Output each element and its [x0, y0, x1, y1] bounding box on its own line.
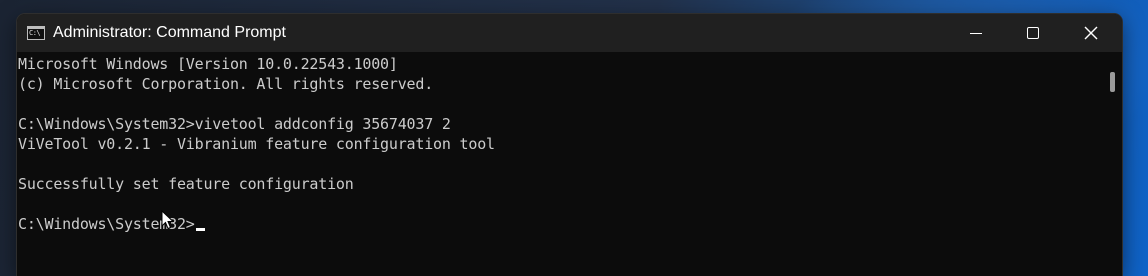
command-prompt-window[interactable]: C:\ Administrator: Command Prompt Micros…	[17, 14, 1122, 276]
console-line: Successfully set feature configuration	[18, 175, 354, 193]
maximize-button[interactable]	[1004, 14, 1062, 52]
minimize-button[interactable]	[947, 14, 1005, 52]
console-line: (c) Microsoft Corporation. All rights re…	[18, 75, 434, 93]
prompt-line[interactable]: C:\Windows\System32>	[18, 214, 205, 234]
maximize-icon	[1027, 27, 1039, 39]
window-title: Administrator: Command Prompt	[53, 24, 286, 41]
vertical-scrollbar[interactable]	[1104, 52, 1122, 276]
close-button[interactable]	[1062, 14, 1120, 52]
console-line: C:\Windows\System32>vivetool addconfig 3…	[18, 115, 451, 133]
cmd-app-icon[interactable]: C:\	[27, 26, 45, 40]
console-output[interactable]: Microsoft Windows [Version 10.0.22543.10…	[17, 52, 1102, 276]
title-bar[interactable]: C:\ Administrator: Command Prompt	[17, 14, 1122, 52]
text-cursor	[195, 228, 205, 231]
scrollbar-thumb[interactable]	[1110, 72, 1115, 92]
console-line: ViVeTool v0.2.1 - Vibranium feature conf…	[18, 135, 495, 153]
close-icon	[1084, 26, 1098, 40]
console-line: Microsoft Windows [Version 10.0.22543.10…	[18, 55, 398, 73]
mouse-pointer-icon	[161, 210, 175, 230]
minimize-icon	[970, 33, 982, 34]
cmd-app-icon-label: C:\	[29, 29, 41, 37]
